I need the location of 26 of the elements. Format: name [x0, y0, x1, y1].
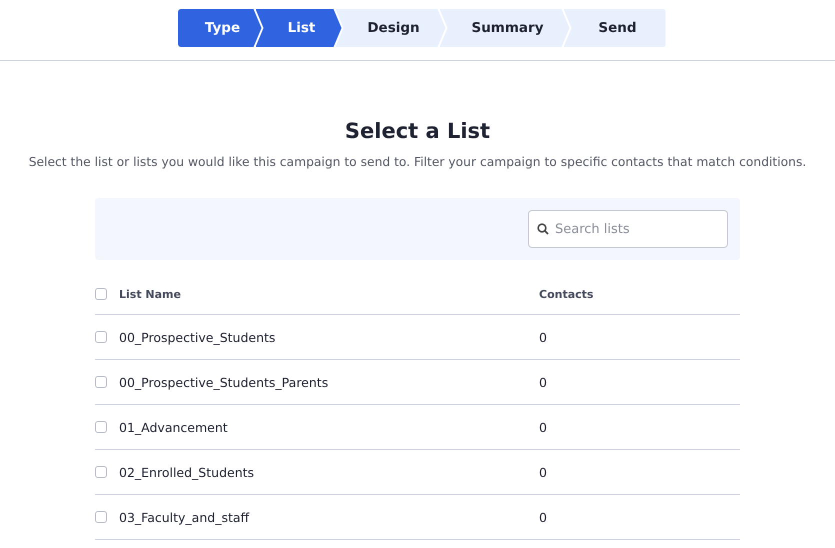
- row-checkbox[interactable]: [95, 421, 107, 433]
- contacts-count: 0: [539, 420, 547, 434]
- contacts-count: 0: [539, 510, 547, 524]
- row-checkbox[interactable]: [95, 466, 107, 478]
- step-tab[interactable]: Design: [336, 9, 446, 47]
- contacts-count: 0: [539, 330, 547, 344]
- page-description: Select the list or lists you would like this campaign to send to. Filter your campaign to specific contacts that match conditions.: [28, 155, 806, 169]
- column-header: List Name: [119, 288, 182, 301]
- page-title: Select a List: [344, 118, 490, 145]
- row-checkbox[interactable]: [95, 331, 107, 343]
- list-name: 00_Prospective_Students_Parents: [119, 374, 330, 390]
- contacts-count: 0: [539, 374, 547, 390]
- step-tab[interactable]: List: [256, 9, 342, 47]
- select-all-checkbox[interactable]: [95, 288, 107, 300]
- search-field[interactable]: Search lists: [528, 210, 728, 248]
- contacts-count: 0: [539, 464, 547, 480]
- row-checkbox[interactable]: [95, 376, 107, 388]
- step-tab[interactable]: Send: [564, 9, 666, 47]
- list-name: 03_Faculty_and_staff: [119, 510, 250, 524]
- step-tab[interactable]: Type: [178, 9, 262, 47]
- column-header: Contacts: [539, 288, 594, 301]
- list-name: 02_Enrolled_Students: [119, 464, 256, 480]
- list-name: 00_Prospective_Students: [119, 330, 276, 344]
- step-tab[interactable]: Summary: [440, 9, 570, 47]
- list-name: 01_Advancement: [119, 420, 229, 434]
- row-checkbox[interactable]: [95, 511, 107, 523]
